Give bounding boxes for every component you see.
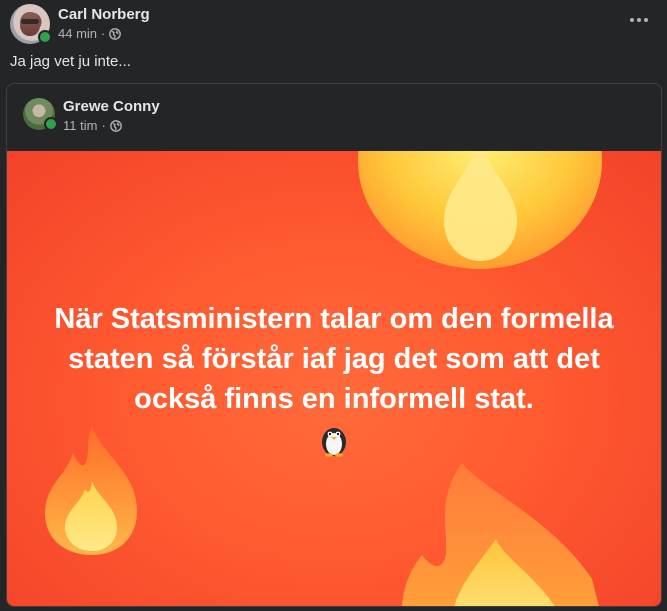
- flame-left-icon: [45, 425, 137, 555]
- penguin-emoji: [322, 428, 346, 457]
- shared-author-name[interactable]: Grewe Conny: [63, 98, 160, 115]
- author-avatar[interactable]: [10, 4, 52, 44]
- post-meta: 44 min ·: [58, 26, 122, 41]
- meta-separator: ·: [101, 26, 106, 41]
- meta-separator: ·: [101, 118, 106, 133]
- shared-post-time[interactable]: 11 tim: [63, 118, 97, 133]
- online-status-dot: [38, 30, 52, 44]
- text-background-banner[interactable]: När Statsministern talar om den formella…: [7, 151, 661, 606]
- flame-top-icon: [358, 151, 602, 269]
- post-text: Ja jag vet ju inte...: [10, 53, 131, 70]
- globe-icon[interactable]: [109, 119, 122, 132]
- avatar-face: [20, 12, 40, 36]
- avatar-glasses: [21, 19, 39, 24]
- online-status-dot: [44, 117, 58, 131]
- flame-bottom-icon: [402, 463, 599, 606]
- shared-post-quote: När Statsministern talar om den formella…: [54, 303, 614, 415]
- shared-post[interactable]: Grewe Conny 11 tim · När Statsministern …: [6, 83, 662, 607]
- post-time[interactable]: 44 min: [58, 26, 97, 41]
- more-options-icon[interactable]: [627, 10, 651, 30]
- shared-author-avatar[interactable]: [23, 98, 58, 131]
- shared-post-header: Grewe Conny 11 tim ·: [23, 96, 645, 136]
- globe-icon[interactable]: [109, 27, 122, 40]
- post-header: Carl Norberg 44 min ·: [10, 4, 657, 46]
- author-name[interactable]: Carl Norberg: [58, 6, 150, 23]
- shared-post-meta: 11 tim ·: [63, 118, 122, 133]
